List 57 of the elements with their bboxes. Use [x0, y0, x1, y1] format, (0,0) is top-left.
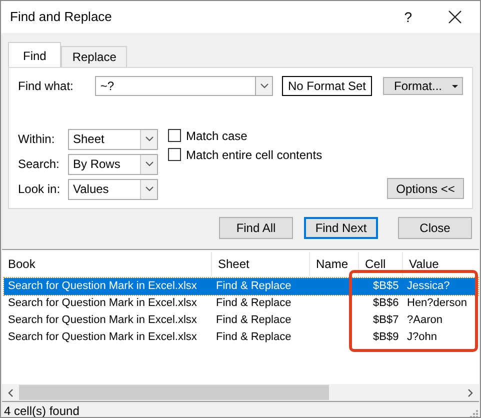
close-icon[interactable] [448, 10, 462, 24]
result-row[interactable]: Search for Question Mark in Excel.xlsx Find & Replace $B$5 Jessica? [4, 278, 478, 295]
checkbox[interactable] [168, 129, 181, 142]
chevron-down-icon [144, 161, 154, 167]
table-cell: $B$5 [373, 280, 399, 292]
help-button[interactable]: ? [404, 6, 412, 28]
column-header[interactable]: Sheet [212, 252, 310, 276]
tab[interactable]: Find [8, 42, 62, 68]
table-cell: $B$9 [373, 331, 399, 344]
dialog-button[interactable]: Close [398, 217, 472, 239]
result-row[interactable]: Search for Question Mark in Excel.xlsx Find & Replace $B$9 J?ohn [4, 329, 478, 346]
field-label: Search: [18, 156, 60, 173]
checkbox-label: Match case [186, 128, 248, 144]
column-header[interactable]: Value [403, 252, 480, 276]
table-cell: Hen?derson [407, 297, 467, 310]
table-cell: Find & Replace [216, 331, 292, 344]
tab[interactable]: Replace [61, 46, 128, 67]
table-cell: Search for Question Mark in Excel.xlsx [8, 331, 197, 344]
format-button[interactable]: Format... [382, 77, 463, 95]
table-cell: Search for Question Mark in Excel.xlsx [8, 280, 197, 292]
result-row[interactable]: Search for Question Mark in Excel.xlsx Find & Replace $B$7 ?Aaron [4, 312, 478, 329]
table-cell: Find & Replace [216, 280, 292, 292]
table-cell: $B$7 [373, 314, 399, 326]
chevron-down-icon [144, 186, 154, 192]
column-header[interactable]: Name [310, 252, 359, 276]
table-cell: ?Aaron [407, 314, 442, 326]
chevron-down-icon [260, 83, 269, 89]
chevron-down-icon [144, 136, 154, 142]
scroll-thumb[interactable] [19, 385, 329, 400]
field-label: Look in: [18, 181, 62, 198]
dropdown[interactable]: By Rows [68, 154, 158, 174]
checkbox-label: Match entire cell contents [186, 146, 322, 164]
table-cell: Search for Question Mark in Excel.xlsx [8, 314, 197, 326]
caret-icon [452, 84, 458, 88]
dropdown[interactable]: Sheet [68, 128, 158, 150]
field-label: Within: [18, 131, 56, 148]
find-what-field[interactable]: ~? [95, 76, 256, 96]
column-header[interactable]: Book [2, 252, 212, 276]
table-cell: Jessica? [407, 280, 450, 292]
table-cell: Search for Question Mark in Excel.xlsx [8, 297, 197, 310]
format-preview: No Format Set [282, 76, 372, 96]
table-cell: J?ohn [407, 331, 437, 344]
resize-grip-icon[interactable] [469, 409, 478, 417]
checkbox[interactable] [168, 148, 181, 161]
result-row[interactable]: Search for Question Mark in Excel.xlsx Find & Replace $B$6 Hen?derson [4, 295, 478, 312]
dropdown[interactable]: Values [68, 178, 158, 200]
options-button[interactable]: Options << [387, 178, 464, 199]
dialog-button[interactable]: Find Next [304, 217, 378, 239]
table-cell: Find & Replace [216, 297, 292, 310]
table-cell: $B$6 [373, 297, 399, 310]
horizontal-scrollbar[interactable] [2, 384, 479, 401]
column-header[interactable]: Cell [359, 252, 403, 276]
table-cell: Find & Replace [216, 314, 292, 326]
dialog-button[interactable]: Find All [219, 217, 293, 239]
field-label: Find what: [18, 78, 74, 95]
dropdown-button[interactable] [255, 76, 274, 96]
window-title: Find and Replace [10, 8, 112, 26]
